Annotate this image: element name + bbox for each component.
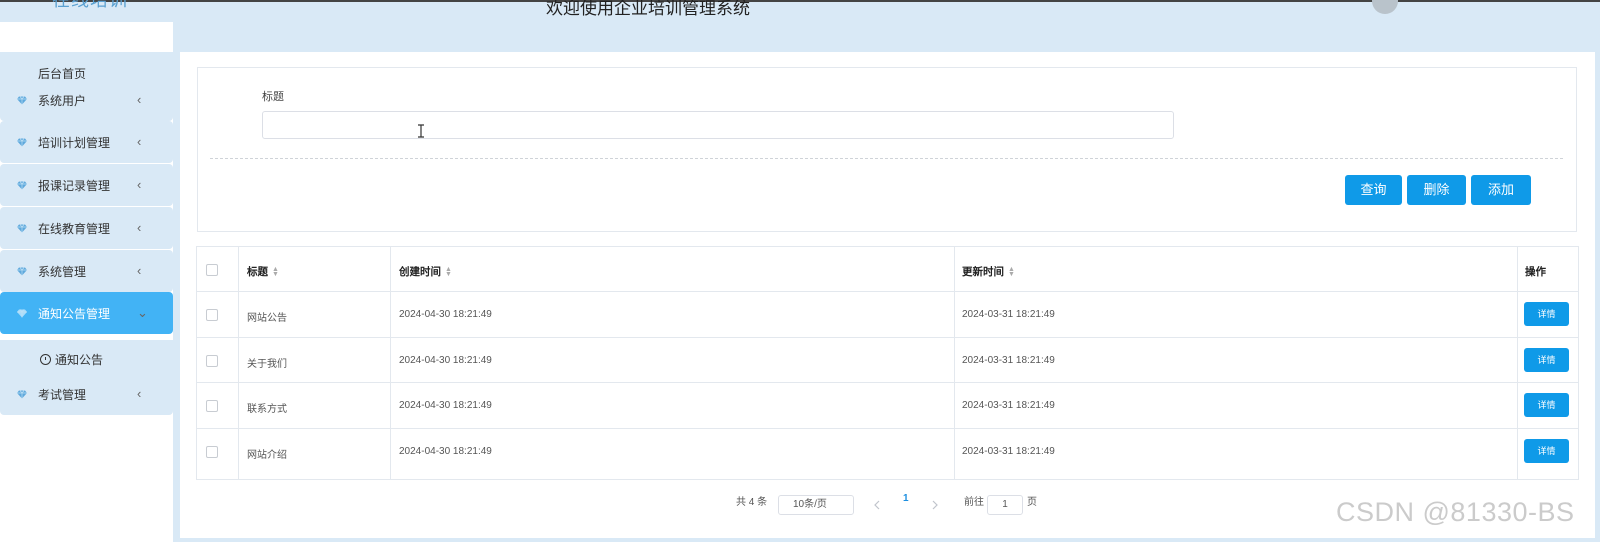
header-created-label: 创建时间 [399, 266, 441, 278]
sidebar-item-3[interactable]: 在线教育管理 ‹ [0, 207, 173, 249]
pagination-total: 共 4 条 [736, 497, 768, 508]
table-row: 联系方式 2024-04-30 18:21:49 2024-03-31 18:21:… [197, 382, 1578, 429]
chevron-left-icon[interactable] [873, 500, 881, 510]
select-all-checkbox[interactable] [206, 264, 218, 276]
table-row: 网站介绍 2024-04-30 18:21:49 2024-03-31 18:21:… [197, 428, 1578, 480]
chevron-left-icon: ‹ [137, 134, 142, 149]
sort-icon[interactable]: ▲ ▼ [445, 266, 452, 278]
cell-title: 网站介绍 [247, 450, 287, 461]
sidebar-item-label: 系统用户 [38, 93, 87, 108]
sidebar-item-label: 考试管理 [38, 387, 87, 402]
text-cursor-icon [418, 124, 424, 138]
sidebar-item-0[interactable]: 系统用户 ‹ [0, 79, 173, 121]
cell-updated: 2024-03-31 18:21:49 [962, 309, 1055, 320]
logo-text: 在线培训 [52, 0, 128, 10]
cell-title: 网站公告 [247, 313, 287, 324]
cell-created: 2024-04-30 18:21:49 [399, 355, 492, 366]
header-created[interactable]: 创建时间 ▲ ▼ [399, 264, 452, 279]
chevron-left-icon: ‹ [137, 386, 142, 401]
table-row: 关于我们 2024-04-30 18:21:49 2024-03-31 18:21:… [197, 337, 1578, 383]
sort-icon[interactable]: ▲ ▼ [1008, 266, 1015, 278]
sidebar-item-label: 报课记录管理 [38, 178, 111, 193]
header-action: 操作 [1525, 266, 1546, 278]
search-label: 标题 [262, 91, 284, 103]
row-checkbox[interactable] [206, 446, 218, 458]
search-input[interactable] [262, 111, 1174, 139]
chevron-left-icon: ‹ [137, 92, 142, 107]
diamond-icon [17, 180, 27, 189]
page-number-current[interactable]: 1 [903, 493, 909, 504]
goto-prefix: 前往 [964, 497, 984, 508]
query-button[interactable]: 查询 [1345, 175, 1402, 205]
sidebar-item-1[interactable]: 培训计划管理 ‹ [0, 121, 173, 163]
delete-button[interactable]: 删除 [1407, 175, 1466, 205]
goto-suffix: 页 [1027, 497, 1037, 508]
cell-title: 关于我们 [247, 359, 287, 370]
diamond-icon [17, 95, 27, 104]
sidebar-item-label: 在线教育管理 [38, 221, 111, 236]
detail-button[interactable]: 详情 [1524, 302, 1569, 326]
sidebar-subitem-label: 通知公告 [55, 352, 104, 367]
detail-button[interactable]: 详情 [1524, 439, 1569, 463]
cell-created: 2024-04-30 18:21:49 [399, 309, 492, 320]
diamond-icon [17, 137, 27, 146]
cell-title: 联系方式 [247, 404, 287, 415]
sidebar-item-label: 培训计划管理 [38, 135, 111, 150]
chevron-left-icon: ‹ [137, 263, 142, 278]
add-button[interactable]: 添加 [1471, 175, 1531, 205]
page-title: 欢迎使用企业培训管理系统 [546, 0, 750, 18]
header-updated-label: 更新时间 [962, 266, 1004, 278]
diamond-icon [17, 223, 27, 232]
chevron-left-icon: ‹ [137, 177, 142, 192]
cell-updated: 2024-03-31 18:21:49 [962, 355, 1055, 366]
watermark: CSDN @81330-BS [1336, 497, 1575, 527]
divider [210, 158, 1563, 159]
row-checkbox[interactable] [206, 400, 218, 412]
sidebar-item-label: 通知公告管理 [38, 306, 111, 321]
table-row: 网站公告 2024-04-30 18:21:49 2024-03-31 18:21:… [197, 291, 1578, 338]
chevron-down-icon: ⌄ [137, 305, 148, 320]
search-card: 标题 查询 删除 添加 [197, 67, 1577, 232]
cell-created: 2024-04-30 18:21:49 [399, 400, 492, 411]
clock-icon [40, 353, 51, 365]
header-title-label: 标题 [247, 266, 268, 278]
sidebar-subitem-notice[interactable]: 通知公告 [0, 340, 173, 378]
sidebar-item-4[interactable]: 系统管理 ‹ [0, 250, 173, 292]
top-border [0, 0, 1600, 2]
diamond-icon [17, 389, 27, 398]
detail-button[interactable]: 详情 [1524, 393, 1569, 417]
top-bar: 在线培训 欢迎使用企业培训管理系统 [0, 0, 1600, 50]
diamond-icon [17, 266, 27, 275]
chevron-right-icon[interactable] [931, 500, 939, 510]
cell-updated: 2024-03-31 18:21:49 [962, 400, 1055, 411]
cell-created: 2024-04-30 18:21:49 [399, 446, 492, 457]
data-table: 标题 ▲ ▼ 创建时间 ▲ ▼ 更新时间 ▲ ▼ 操作 网站公告 2024-04-30 18:… [196, 246, 1579, 480]
sidebar-item-6[interactable]: 考试管理 ‹ [0, 373, 173, 415]
page-size-select[interactable]: 10条/页 [778, 495, 854, 515]
goto-page-input[interactable]: 1 [987, 495, 1023, 515]
avatar[interactable] [1372, 0, 1398, 14]
header-updated[interactable]: 更新时间 ▲ ▼ [962, 264, 1015, 279]
detail-button[interactable]: 详情 [1524, 348, 1569, 372]
sidebar-item-2[interactable]: 报课记录管理 ‹ [0, 164, 173, 206]
cell-updated: 2024-03-31 18:21:49 [962, 446, 1055, 457]
sidebar-item-label: 系统管理 [38, 264, 87, 279]
chevron-left-icon: ‹ [137, 220, 142, 235]
row-checkbox[interactable] [206, 355, 218, 367]
header-title[interactable]: 标题 ▲ ▼ [247, 264, 279, 279]
diamond-icon [17, 308, 27, 317]
sidebar-item-5[interactable]: 通知公告管理 ⌄ [0, 292, 173, 334]
row-checkbox[interactable] [206, 309, 218, 321]
sort-icon[interactable]: ▲ ▼ [272, 266, 279, 278]
